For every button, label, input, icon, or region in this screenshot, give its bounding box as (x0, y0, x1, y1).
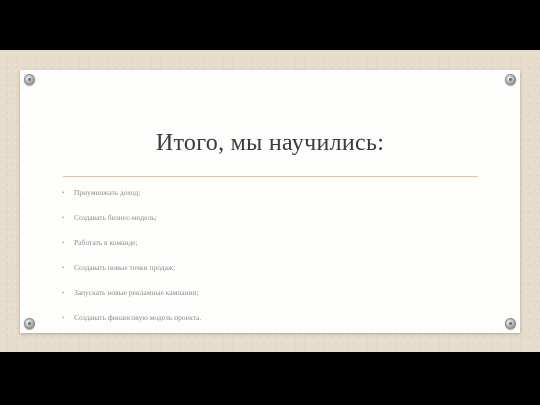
bullet-icon: • (62, 314, 65, 322)
list-item: • Запускать новые рекламные кампании; (62, 285, 492, 310)
list-item-text: Создавать новые точки продаж; (74, 263, 176, 272)
list-item-text: Приумножать доход; (74, 188, 141, 197)
pushpin-icon (24, 318, 35, 329)
list-item-text: Запускать новые рекламные кампании; (74, 288, 199, 297)
bullet-icon: • (62, 239, 65, 247)
bullet-icon: • (62, 189, 65, 197)
slide: Итого, мы научились: • Приумножать доход… (0, 50, 540, 352)
paper-card: Итого, мы научились: • Приумножать доход… (20, 70, 520, 333)
bullet-icon: • (62, 289, 65, 297)
bullet-icon: • (62, 264, 65, 272)
bullet-icon: • (62, 214, 65, 222)
slide-title: Итого, мы научились: (155, 130, 385, 156)
list-item-text: Работать в команде; (74, 238, 138, 247)
bullet-list: • Приумножать доход; • Создавать бизнес-… (62, 185, 492, 335)
pushpin-icon (505, 74, 516, 85)
list-item-text: Создавать финансовую модель проекта. (74, 313, 202, 322)
list-item-text: Создавать бизнес-модель; (74, 213, 157, 222)
list-item: • Создавать новые точки продаж; (62, 260, 492, 285)
title-divider (63, 176, 478, 177)
pushpin-icon (24, 74, 35, 85)
list-item: • Работать в команде; (62, 235, 492, 260)
list-item: • Приумножать доход; (62, 185, 492, 210)
list-item: • Создавать бизнес-модель; (62, 210, 492, 235)
pushpin-icon (505, 318, 516, 329)
list-item: • Создавать финансовую модель проекта. (62, 310, 492, 335)
